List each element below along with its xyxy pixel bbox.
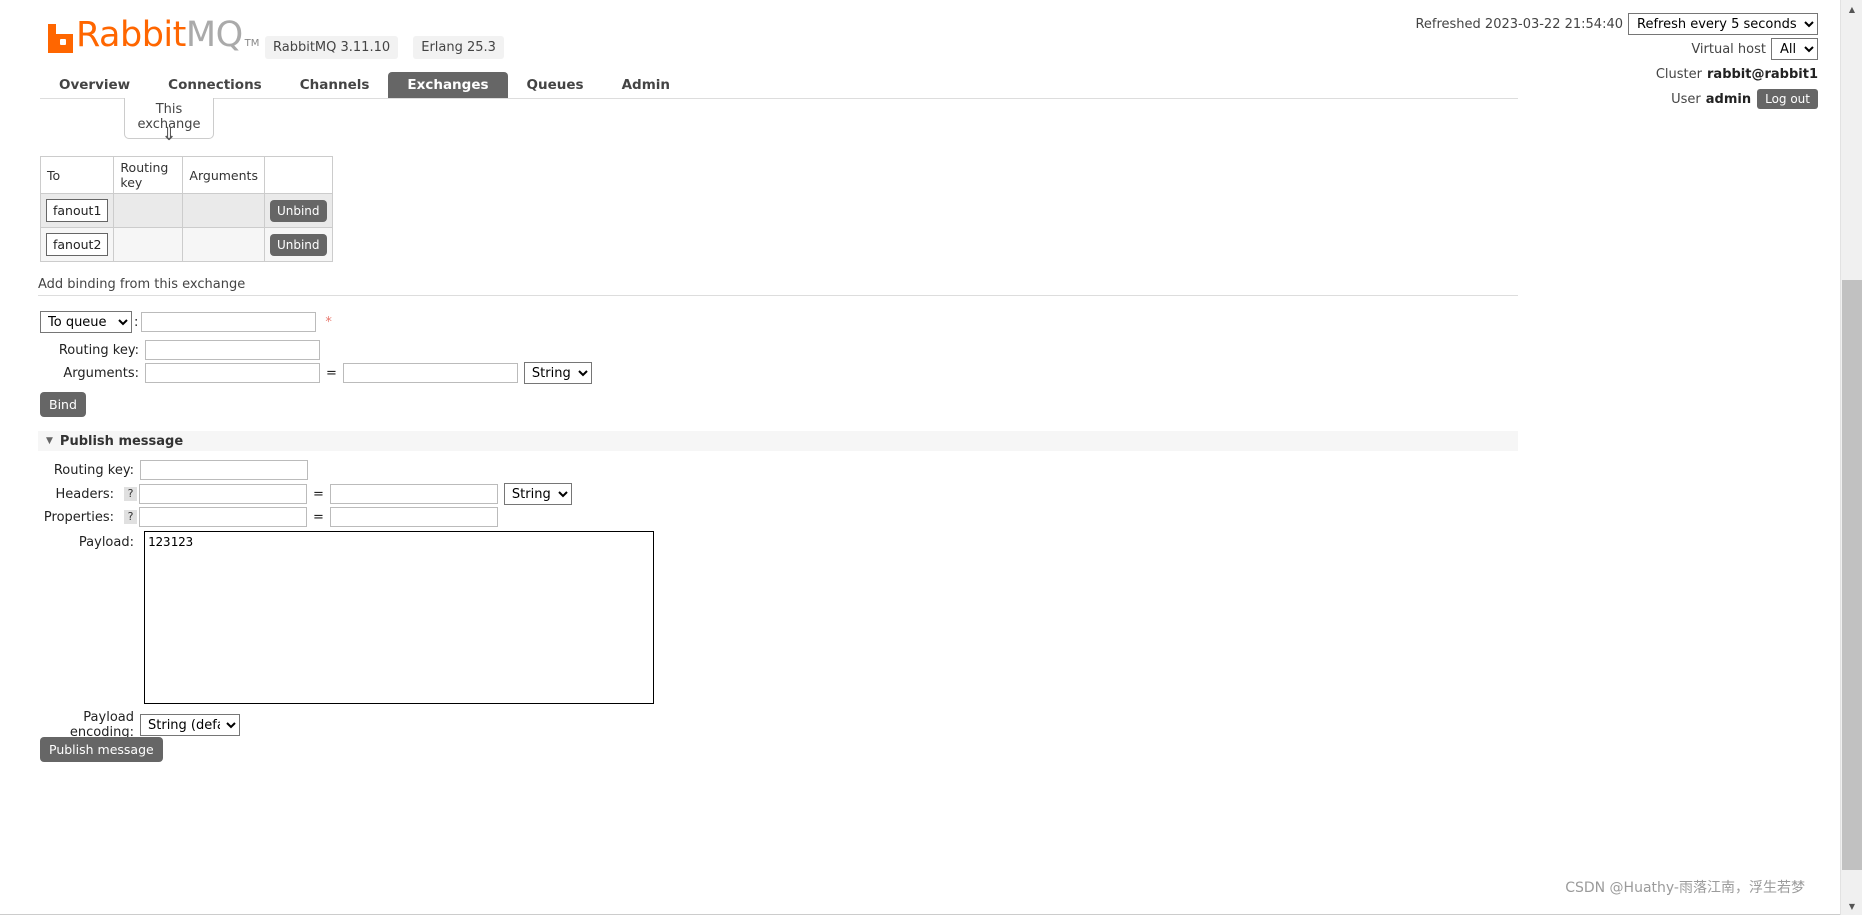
table-row: fanout1 Unbind bbox=[39, 193, 333, 228]
required-marker: * bbox=[325, 314, 332, 330]
tab-connections[interactable]: Connections bbox=[149, 72, 281, 98]
bindings-table: To Routing key Arguments fanout1 Unbind … bbox=[39, 156, 333, 262]
payload-encoding-row: Payload encoding: String (default) bbox=[40, 710, 240, 740]
vhost-row: Virtual host All bbox=[1415, 38, 1818, 60]
publish-header-value-input[interactable] bbox=[329, 484, 498, 504]
destination-colon: : bbox=[134, 314, 139, 330]
tab-queues[interactable]: Queues bbox=[508, 72, 603, 98]
add-binding-argument-value-input[interactable] bbox=[342, 363, 518, 383]
add-binding-routing-key-row: Routing key: bbox=[40, 340, 320, 360]
add-binding-heading-text: Add binding from this exchange bbox=[38, 277, 246, 292]
publish-property-value-input[interactable] bbox=[329, 507, 498, 527]
refresh-interval-select[interactable]: Refresh every 5 seconds bbox=[1628, 13, 1818, 35]
publish-routing-key-input[interactable] bbox=[140, 460, 308, 480]
add-binding-argument-key-input[interactable] bbox=[145, 363, 320, 383]
vhost-select[interactable]: All bbox=[1771, 38, 1818, 60]
unbind-button[interactable]: Unbind bbox=[269, 233, 327, 256]
binding-destination-cell: fanout1 bbox=[39, 193, 115, 228]
add-binding-routing-key-input[interactable] bbox=[145, 340, 320, 360]
chevron-down-icon: ▼ bbox=[46, 436, 53, 446]
vertical-scrollbar[interactable]: ▲ ▼ bbox=[1840, 0, 1862, 915]
publish-message-section-header[interactable]: ▼ Publish message bbox=[38, 431, 1518, 451]
unbind-button[interactable]: Unbind bbox=[269, 199, 327, 222]
table-row: fanout2 Unbind bbox=[39, 227, 333, 262]
add-binding-heading: Add binding from this exchange bbox=[38, 277, 1518, 296]
publish-header-type-select[interactable]: String bbox=[503, 483, 572, 505]
page-header: Rabbit MQ TM RabbitMQ 3.11.10 Erlang 25.3… bbox=[0, 0, 1840, 109]
publish-headers-label: Headers: bbox=[55, 486, 115, 502]
logo-text-mq: MQ bbox=[185, 15, 243, 55]
publish-headers-row: Headers: ? = String bbox=[40, 483, 572, 505]
publish-payload-label: Payload: bbox=[78, 535, 134, 550]
queue-link-fanout1[interactable]: fanout1 bbox=[46, 199, 109, 222]
page-viewport: Rabbit MQ TM RabbitMQ 3.11.10 Erlang 25.3… bbox=[0, 0, 1840, 915]
publish-properties-row: Properties: ? = bbox=[40, 507, 498, 527]
refreshed-timestamp: Refreshed 2023-03-22 21:54:40 bbox=[1415, 16, 1623, 32]
publish-payload-textarea[interactable]: 123123 bbox=[144, 531, 654, 704]
publish-routing-key-row: Routing key: bbox=[40, 460, 308, 480]
publish-properties-equals: = bbox=[313, 509, 324, 525]
scrollbar-thumb[interactable] bbox=[1842, 280, 1862, 870]
publish-property-key-input[interactable] bbox=[139, 507, 307, 527]
erlang-version-badge: Erlang 25.3 bbox=[413, 36, 504, 59]
binding-destination-cell: fanout2 bbox=[39, 227, 115, 262]
watermark-text: CSDN @Huathy-雨落江南，浮生若梦 bbox=[1565, 880, 1805, 896]
publish-properties-label: Properties: bbox=[43, 509, 114, 525]
column-header-routing-key: Routing key bbox=[113, 156, 184, 194]
binding-routing-key-cell bbox=[113, 193, 184, 228]
nav-divider bbox=[40, 98, 1518, 99]
column-header-to: To bbox=[39, 156, 115, 194]
column-header-actions bbox=[263, 156, 333, 194]
scroll-down-arrow-icon[interactable]: ▼ bbox=[1841, 897, 1862, 915]
add-binding-argument-type-select[interactable]: String bbox=[523, 362, 592, 384]
binding-routing-key-cell bbox=[113, 227, 184, 262]
publish-message-button[interactable]: Publish message bbox=[40, 737, 163, 762]
rabbitmq-management-page: Rabbit MQ TM RabbitMQ 3.11.10 Erlang 25.3… bbox=[0, 0, 1862, 915]
rabbitmq-logo-icon bbox=[48, 24, 73, 53]
add-binding-arguments-row: Arguments: = String bbox=[40, 362, 592, 384]
binding-action-cell: Unbind bbox=[263, 227, 333, 262]
headers-help-icon[interactable]: ? bbox=[124, 487, 137, 501]
bindings-table-header-row: To Routing key Arguments bbox=[39, 156, 333, 194]
column-header-arguments: Arguments bbox=[182, 156, 265, 194]
rabbitmq-logo[interactable]: Rabbit MQ TM bbox=[48, 18, 259, 53]
publish-header-key-input[interactable] bbox=[139, 484, 307, 504]
bind-button[interactable]: Bind bbox=[40, 392, 86, 417]
publish-headers-equals: = bbox=[313, 486, 324, 502]
tab-channels[interactable]: Channels bbox=[281, 72, 389, 98]
binding-arguments-cell bbox=[182, 193, 265, 228]
add-binding-arguments-label: Arguments: bbox=[63, 365, 139, 381]
publish-message-section-title: Publish message bbox=[59, 433, 184, 449]
add-binding-arguments-equals: = bbox=[326, 365, 337, 381]
main-navigation: Overview Connections Channels Exchanges … bbox=[0, 72, 1840, 98]
version-badges: RabbitMQ 3.11.10 Erlang 25.3 bbox=[255, 36, 504, 59]
refresh-row: Refreshed 2023-03-22 21:54:40 Refresh ev… bbox=[1415, 13, 1818, 35]
scroll-up-arrow-icon[interactable]: ▲ bbox=[1841, 0, 1862, 18]
tab-admin[interactable]: Admin bbox=[603, 72, 689, 98]
binding-destination-input[interactable] bbox=[141, 312, 317, 332]
binding-destination-type-select[interactable]: To queue bbox=[40, 311, 132, 333]
logo-text-rabbit: Rabbit bbox=[76, 15, 186, 55]
add-binding-destination-row: To queue : * bbox=[40, 311, 332, 333]
binding-arguments-cell bbox=[182, 227, 265, 262]
properties-help-icon[interactable]: ? bbox=[124, 510, 137, 524]
publish-routing-key-label: Routing key: bbox=[53, 462, 134, 478]
queue-link-fanout2[interactable]: fanout2 bbox=[46, 233, 109, 256]
add-binding-routing-key-label: Routing key: bbox=[58, 342, 139, 358]
binding-direction-arrow-icon: ⇓ bbox=[161, 124, 177, 145]
vhost-label: Virtual host bbox=[1691, 41, 1766, 57]
tab-overview[interactable]: Overview bbox=[40, 72, 149, 98]
payload-encoding-select[interactable]: String (default) bbox=[140, 714, 240, 736]
payload-encoding-label: Payload encoding: bbox=[69, 710, 134, 740]
add-binding-heading-rule bbox=[38, 295, 1518, 296]
binding-action-cell: Unbind bbox=[263, 193, 333, 228]
tab-exchanges[interactable]: Exchanges bbox=[388, 72, 508, 98]
rabbitmq-version-badge: RabbitMQ 3.11.10 bbox=[265, 36, 399, 59]
